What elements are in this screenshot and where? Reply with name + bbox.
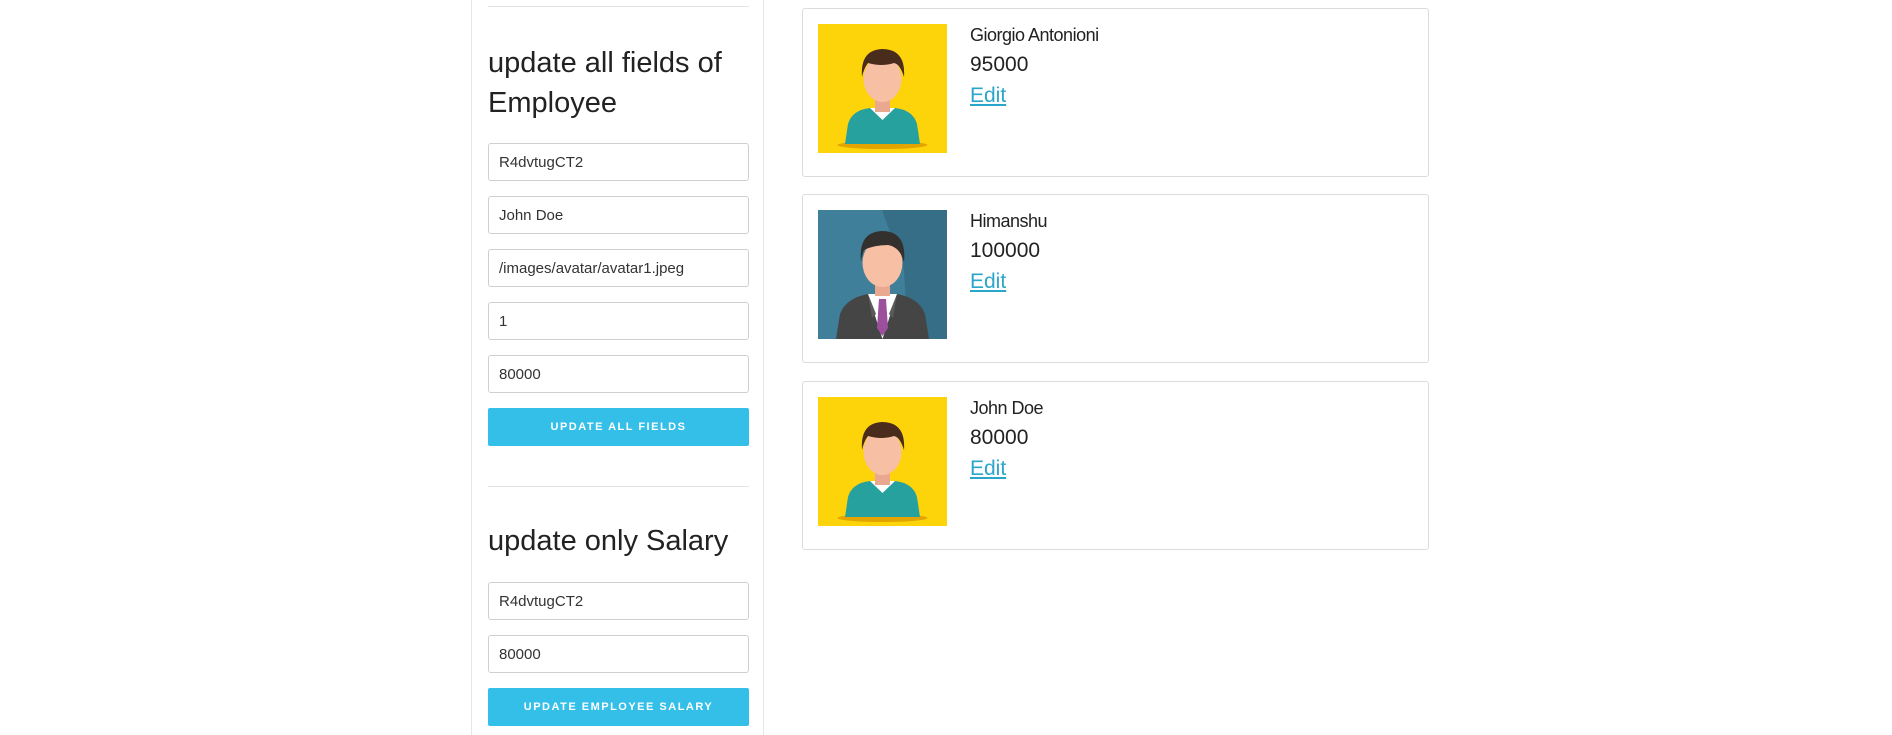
update-all-fields-button[interactable]: UPDATE ALL FIELDS	[488, 408, 749, 446]
update-salary-title: update only Salary	[488, 525, 729, 557]
employee-number-field[interactable]	[488, 302, 749, 340]
salary-employee-id-field[interactable]	[488, 582, 749, 620]
edit-link[interactable]: Edit	[970, 457, 1006, 481]
avatar-casual-yellow-icon	[818, 24, 947, 153]
employee-card: Himanshu 100000 Edit	[802, 194, 1429, 363]
employee-card: John Doe 80000 Edit	[802, 381, 1429, 550]
employee-avatar-field[interactable]	[488, 249, 749, 287]
employee-salary-field[interactable]	[488, 355, 749, 393]
sidebar: update all fields of Employee UPDATE ALL…	[471, 0, 764, 735]
page: update all fields of Employee UPDATE ALL…	[0, 0, 1892, 735]
employee-name: Giorgio Antonioni	[970, 25, 1099, 45]
employee-card: Giorgio Antonioni 95000 Edit	[802, 8, 1429, 177]
divider	[488, 6, 749, 7]
avatar-suit-blue-icon	[818, 210, 947, 339]
divider	[488, 486, 749, 487]
employee-name: Himanshu	[970, 211, 1048, 231]
employee-name: John Doe	[970, 398, 1044, 418]
avatar-casual-yellow-icon	[818, 397, 947, 526]
update-all-title: update all fields of Employee	[488, 47, 722, 119]
employee-id-field[interactable]	[488, 143, 749, 181]
salary-amount-field[interactable]	[488, 635, 749, 673]
employee-salary: 100000	[970, 239, 1041, 262]
employee-name-field[interactable]	[488, 196, 749, 234]
employee-salary: 95000	[970, 53, 1029, 76]
edit-link[interactable]: Edit	[970, 84, 1006, 108]
update-employee-salary-button[interactable]: UPDATE EMPLOYEE SALARY	[488, 688, 749, 726]
edit-link[interactable]: Edit	[970, 270, 1006, 294]
employee-salary: 80000	[970, 426, 1029, 449]
